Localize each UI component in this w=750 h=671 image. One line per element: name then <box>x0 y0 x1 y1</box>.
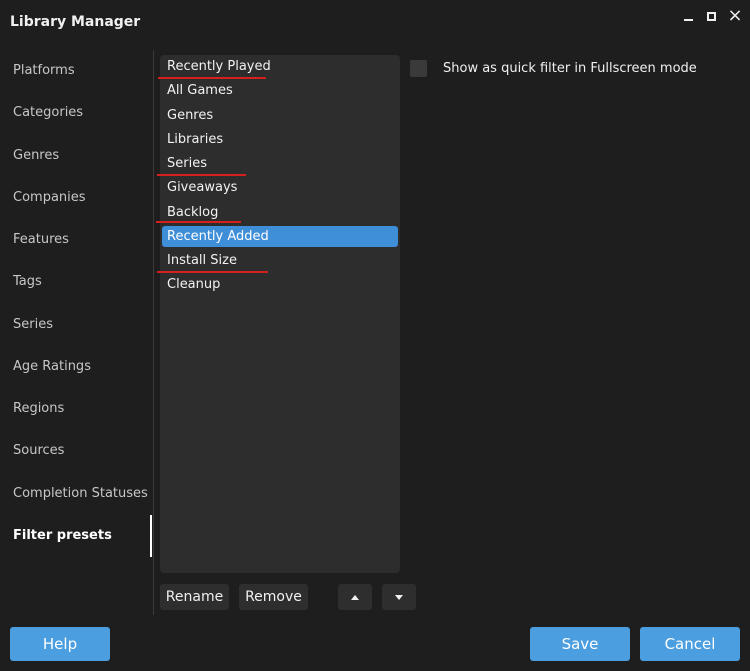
list-item-cleanup[interactable]: Cleanup <box>162 274 398 295</box>
rename-button[interactable]: Rename <box>160 584 229 610</box>
sidebar-item-genres[interactable]: Genres <box>13 142 148 170</box>
list-item-recently-played[interactable]: Recently Played <box>162 56 398 77</box>
minimize-icon <box>683 19 693 21</box>
quick-filter-checkbox[interactable] <box>410 60 427 77</box>
list-item-libraries[interactable]: Libraries <box>162 129 398 150</box>
filter-presets-list[interactable]: Recently Played All Games Genres Librari… <box>160 55 400 573</box>
sidebar-item-categories[interactable]: Categories <box>13 99 148 127</box>
cancel-button[interactable]: Cancel <box>640 627 740 661</box>
sidebar-item-filter-presets[interactable]: Filter presets <box>13 522 148 550</box>
sidebar-item-sources[interactable]: Sources <box>13 437 148 465</box>
arrow-up-icon <box>351 594 359 600</box>
move-up-button[interactable] <box>338 584 372 610</box>
remove-button[interactable]: Remove <box>239 584 308 610</box>
sidebar-item-companies[interactable]: Companies <box>13 184 148 212</box>
sidebar-item-tags[interactable]: Tags <box>13 268 148 296</box>
save-button[interactable]: Save <box>530 627 630 661</box>
list-item-backlog[interactable]: Backlog <box>162 202 398 223</box>
move-down-button[interactable] <box>382 584 416 610</box>
list-item-recently-added[interactable]: Recently Added <box>162 226 398 247</box>
minimize-button[interactable] <box>677 6 699 26</box>
sidebar: Platforms Categories Genres Companies Fe… <box>0 50 152 560</box>
arrow-down-icon <box>395 594 403 600</box>
sidebar-item-features[interactable]: Features <box>13 226 148 254</box>
list-item-series[interactable]: Series <box>162 153 398 174</box>
quick-filter-label: Show as quick filter in Fullscreen mode <box>443 61 697 76</box>
close-icon: × <box>727 5 743 26</box>
list-item-genres[interactable]: Genres <box>162 105 398 126</box>
list-item-install-size[interactable]: Install Size <box>162 250 398 271</box>
sidebar-item-age-ratings[interactable]: Age Ratings <box>13 353 148 381</box>
maximize-icon <box>706 11 716 21</box>
sidebar-divider <box>153 50 154 615</box>
list-item-giveaways[interactable]: Giveaways <box>162 177 398 198</box>
sidebar-active-indicator <box>150 515 152 557</box>
window-title: Library Manager <box>10 14 141 30</box>
sidebar-item-platforms[interactable]: Platforms <box>13 57 148 85</box>
maximize-button[interactable] <box>700 6 722 26</box>
help-button[interactable]: Help <box>10 627 110 661</box>
sidebar-item-completion-statuses[interactable]: Completion Statuses <box>13 480 148 508</box>
sidebar-item-regions[interactable]: Regions <box>13 395 148 423</box>
list-item-all-games[interactable]: All Games <box>162 80 398 101</box>
sidebar-item-series[interactable]: Series <box>13 311 148 339</box>
close-button[interactable]: × <box>724 6 746 26</box>
